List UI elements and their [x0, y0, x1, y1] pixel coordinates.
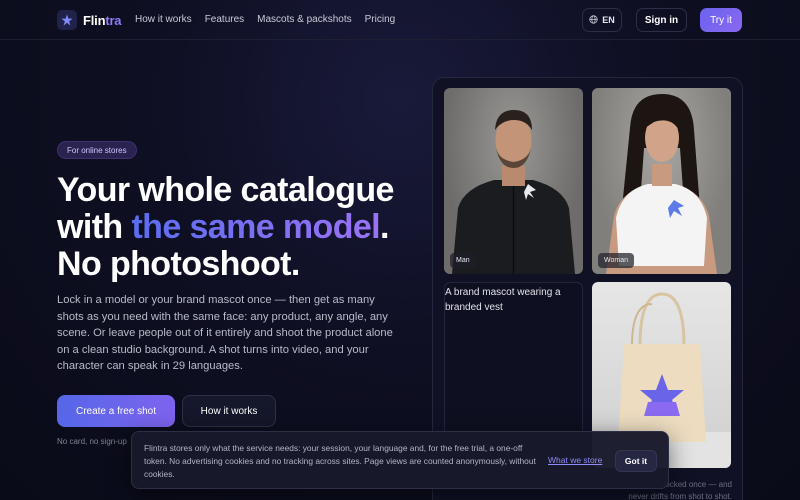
globe-icon [589, 14, 598, 26]
create-free-shot-button[interactable]: Create a free shot [57, 395, 175, 427]
brand-name: Flintra [83, 12, 122, 28]
logo[interactable]: Flintra [57, 10, 122, 30]
sign-in-button[interactable]: Sign in [636, 8, 687, 32]
man-image [452, 110, 575, 274]
cookie-text: Flintra stores only what the service nee… [144, 443, 536, 479]
what-we-store-link[interactable]: What we store [548, 455, 602, 465]
headline-highlight: the same model [131, 208, 381, 246]
model-photo-man: Man [444, 88, 583, 274]
language-switcher[interactable]: EN [582, 8, 622, 32]
cookie-banner: Flintra stores only what the service nee… [131, 431, 669, 489]
language-label: EN [602, 15, 615, 25]
headline-line-1: Your whole catalogue [57, 171, 394, 209]
page-title: Your whole catalogue with the same model… [57, 172, 417, 283]
hero-description: Lock in a model or your brand mascot onc… [57, 294, 393, 372]
nav-link-pricing[interactable]: Pricing [365, 14, 396, 25]
nav-links: How it works Features Mascots & packshot… [135, 14, 395, 25]
top-nav: Flintra How it works Features Mascots & … [0, 0, 800, 40]
tile-label: Man [450, 253, 476, 268]
woman-image [606, 94, 717, 274]
headline-line-2: with the same model. [57, 208, 389, 246]
tile-label: Woman [598, 253, 634, 268]
nav-link-features[interactable]: Features [205, 14, 244, 25]
got-it-button[interactable]: Got it [615, 450, 657, 472]
audience-badge: For online stores [57, 141, 137, 159]
nav-link-mascots[interactable]: Mascots & packshots [257, 14, 351, 25]
model-photo-woman: Woman [592, 88, 731, 274]
nav-link-how-it-works[interactable]: How it works [135, 14, 192, 25]
brand-mascot-icon [57, 10, 77, 30]
no-card-note: No card, no sign-up [57, 437, 127, 446]
broken-image-alt-text: A brand mascot wearing a branded vest [445, 287, 561, 313]
headline-line-3: No photoshoot. [57, 245, 300, 283]
how-it-works-button[interactable]: How it works [182, 395, 276, 427]
try-it-button[interactable]: Try it [700, 8, 742, 32]
